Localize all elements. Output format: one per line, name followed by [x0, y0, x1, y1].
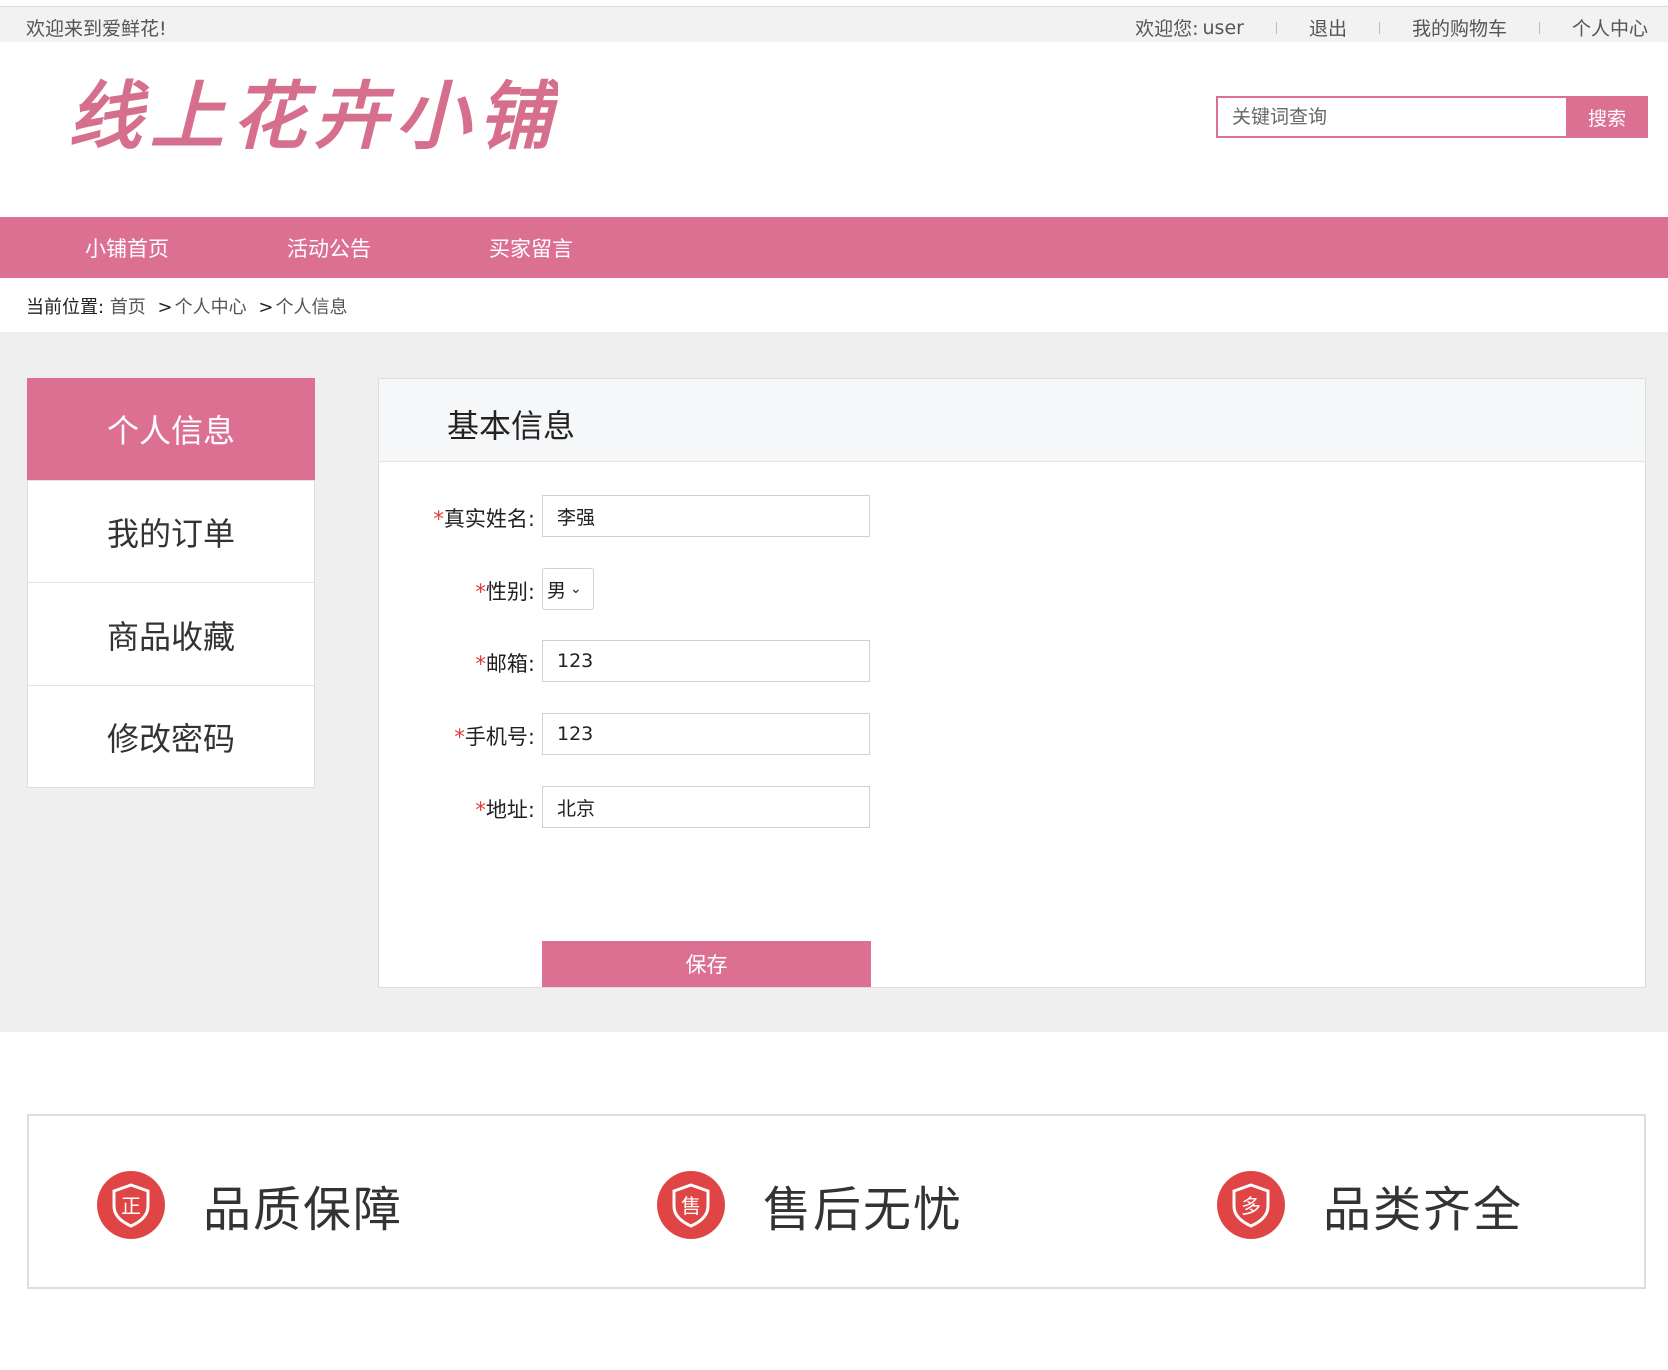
sidebar-item-favorites[interactable]: 商品收藏 — [28, 584, 314, 686]
logout-link[interactable]: 退出 — [1309, 14, 1347, 41]
quality-shield-icon: 正 — [97, 1171, 165, 1239]
gender-label: *性别: — [475, 580, 535, 604]
address-field[interactable]: 北京 — [542, 786, 870, 828]
breadcrumb-separator: > — [258, 297, 274, 318]
profile-link[interactable]: 个人中心 — [1572, 14, 1648, 41]
feature-quality: 正 品质保障 — [97, 1170, 403, 1240]
name-label: *真实姓名: — [433, 507, 535, 531]
sidebar-item-orders[interactable]: 我的订单 — [28, 481, 314, 583]
gender-select[interactable]: 男 ⌄ — [542, 568, 594, 610]
sidebar: 个人信息 我的订单 商品收藏 修改密码 — [27, 378, 315, 788]
chevron-down-icon: ⌄ — [570, 581, 582, 597]
svg-text:售: 售 — [681, 1194, 701, 1218]
panel-header: 基本信息 — [379, 379, 1645, 462]
cart-link[interactable]: 我的购物车 — [1412, 14, 1507, 41]
breadcrumb-home[interactable]: 首页 — [110, 297, 146, 318]
nav-item-announcements[interactable]: 活动公告 — [287, 233, 371, 263]
email-field[interactable]: 123 — [542, 640, 870, 682]
form-row-phone: *手机号: 123 — [379, 713, 879, 755]
svg-text:线上花卉小铺: 线上花卉小铺 — [68, 74, 558, 160]
divider — [1275, 21, 1277, 34]
breadcrumb: 当前位置: 首页 > 个人中心 > 个人信息 — [26, 293, 347, 319]
nav-item-messages[interactable]: 买家留言 — [489, 233, 573, 263]
divider — [1378, 21, 1380, 34]
phone-label: *手机号: — [454, 725, 535, 749]
breadcrumb-separator: > — [157, 297, 173, 318]
variety-shield-icon: 多 — [1217, 1171, 1285, 1239]
sidebar-item-change-password[interactable]: 修改密码 — [28, 686, 314, 788]
svg-text:正: 正 — [121, 1194, 141, 1218]
features-strip: 正 品质保障 售 售后无忧 多 品类齐全 — [27, 1114, 1646, 1289]
breadcrumb-current: 个人信息 — [275, 297, 348, 318]
save-button[interactable]: 保存 — [542, 941, 871, 987]
feature-variety: 多 品类齐全 — [1217, 1170, 1523, 1240]
form-row-email: *邮箱: 123 — [379, 640, 879, 682]
search-bar: 搜索 — [1216, 96, 1648, 138]
email-label: *邮箱: — [475, 652, 535, 676]
breadcrumb-profile[interactable]: 个人中心 — [175, 297, 247, 318]
breadcrumb-label: 当前位置: — [26, 297, 105, 318]
username: user — [1202, 16, 1244, 39]
real-name-field[interactable]: 李强 — [542, 495, 870, 537]
logo-calligraphy: 线上花卉小铺 — [68, 74, 558, 160]
feature-after-sales-text: 售后无忧 — [763, 1182, 964, 1238]
form-row-address: *地址: 北京 — [379, 786, 879, 828]
address-label: *地址: — [475, 798, 535, 822]
search-button[interactable]: 搜索 — [1566, 96, 1648, 138]
form-row-gender: *性别: 男 ⌄ — [379, 568, 879, 610]
profile-panel: 基本信息 *真实姓名: 李强 *性别: 男 ⌄ *邮箱: 123 *手机号: 1… — [378, 378, 1646, 988]
after-sales-shield-icon: 售 — [657, 1171, 725, 1239]
gender-value: 男 — [547, 579, 567, 602]
feature-quality-text: 品质保障 — [203, 1182, 404, 1238]
nav-item-home[interactable]: 小铺首页 — [85, 233, 169, 263]
divider — [1538, 21, 1540, 34]
feature-after-sales: 售 售后无忧 — [657, 1170, 963, 1240]
panel-title: 基本信息 — [447, 407, 576, 445]
site-logo[interactable]: 线上花卉小铺 — [68, 64, 558, 164]
user-greeting-label: 欢迎您: — [1135, 18, 1199, 40]
top-links: 欢迎您: user 退出 我的购物车 个人中心 — [1135, 14, 1648, 41]
search-input[interactable] — [1216, 96, 1566, 138]
main-nav: 小铺首页 活动公告 买家留言 — [0, 217, 1668, 278]
feature-variety-text: 品类齐全 — [1323, 1182, 1524, 1238]
svg-text:多: 多 — [1241, 1194, 1261, 1218]
top-bar: 欢迎来到爱鲜花! 欢迎您: user 退出 我的购物车 个人中心 — [0, 6, 1668, 42]
sidebar-item-profile-info[interactable]: 个人信息 — [27, 378, 315, 481]
form-row-name: *真实姓名: 李强 — [379, 495, 879, 537]
phone-field[interactable]: 123 — [542, 713, 870, 755]
welcome-text: 欢迎来到爱鲜花! — [26, 18, 167, 40]
